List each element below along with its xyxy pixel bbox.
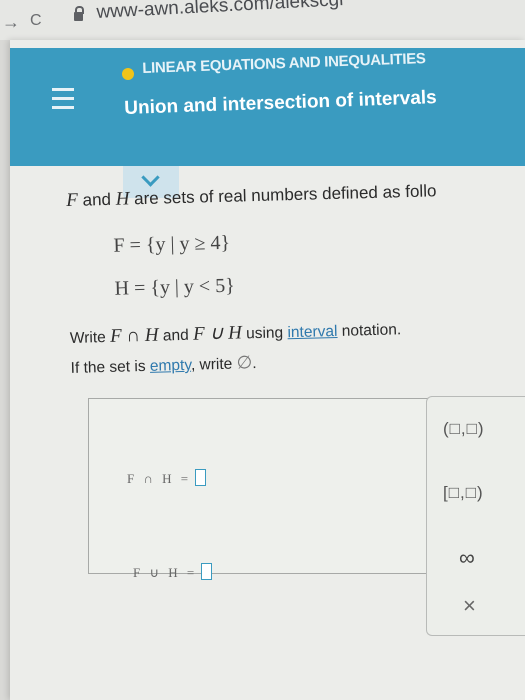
topic-title: LINEAR EQUATIONS AND INEQUALITIES <box>142 50 426 77</box>
open-interval-button[interactable]: (□,□) <box>443 419 485 439</box>
union-input[interactable] <box>201 563 213 580</box>
instr-and: and <box>158 326 194 345</box>
union-label: F ∪ H = <box>133 565 198 580</box>
infinity-button[interactable]: ∞ <box>459 545 476 571</box>
clear-button[interactable]: × <box>463 593 477 619</box>
status-dot-icon <box>122 68 134 80</box>
lock-icon <box>74 6 84 21</box>
intersection-label: F ∩ H = <box>127 471 192 486</box>
half-open-interval-button[interactable]: [□,□) <box>443 483 484 503</box>
math-keypad: (□,□) [□,□) ∞ × <box>426 396 525 636</box>
menu-icon[interactable] <box>52 88 74 109</box>
intro-and: and <box>77 189 116 210</box>
instr-end: notation. <box>337 321 402 340</box>
instr-write: Write <box>69 328 111 347</box>
problem-statement: F and H are sets of real numbers defined… <box>66 178 525 378</box>
browser-toolbar: → C www-awn.aleks.com/alekscgi <box>0 0 525 40</box>
reload-icon[interactable]: C <box>30 12 42 30</box>
topic-header: LINEAR EQUATIONS AND INEQUALITIES Union … <box>10 48 525 166</box>
empty-end: . <box>252 355 257 373</box>
instr-intersection: F ∩ H <box>109 324 159 347</box>
set-h-definition: H = {y | y < 5} <box>114 274 236 300</box>
instruction-text: Write F ∩ H and F ∪ H using interval not… <box>70 314 525 349</box>
empty-mid: , write <box>190 355 237 374</box>
address-bar[interactable]: www-awn.aleks.com/alekscgi <box>96 0 344 24</box>
instr-union: F ∪ H <box>192 322 243 345</box>
union-answer-row: F ∪ H = <box>133 563 213 581</box>
empty-set-symbol: ∅ <box>236 352 253 373</box>
intersection-input[interactable] <box>195 469 207 486</box>
interval-link[interactable]: interval <box>287 323 337 341</box>
empty-link[interactable]: empty <box>150 357 191 375</box>
empty-instruction: If the set is empty, write ∅. <box>70 345 525 378</box>
var-f: F <box>66 189 79 211</box>
intersection-answer-row: F ∩ H = <box>127 469 207 487</box>
forward-arrow-icon[interactable]: → <box>2 12 20 33</box>
answer-box: F ∩ H = F ∪ H = <box>88 398 428 580</box>
var-h: H <box>115 188 130 210</box>
aleks-page: LINEAR EQUATIONS AND INEQUALITIES Union … <box>10 40 525 700</box>
lesson-title: Union and intersection of intervals <box>124 87 438 119</box>
instr-using: using <box>241 324 288 343</box>
empty-pre: If the set is <box>70 357 151 377</box>
set-f-definition: F = {y | y ≥ 4} <box>113 231 231 257</box>
